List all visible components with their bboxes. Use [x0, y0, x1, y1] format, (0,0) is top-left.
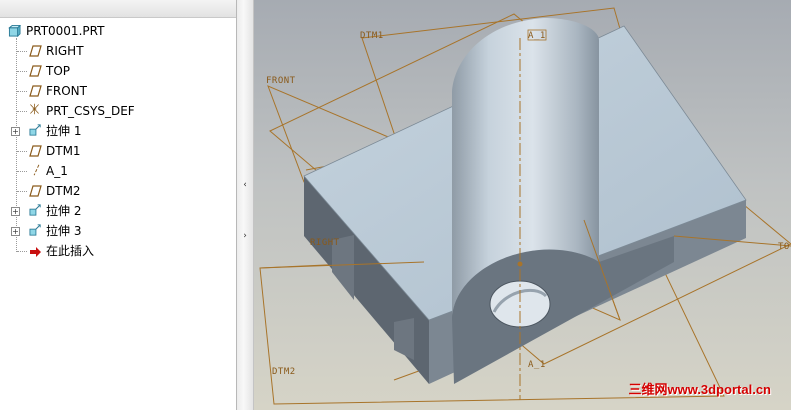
tree-item-front[interactable]: FRONT: [0, 81, 236, 101]
extrude-icon: [29, 224, 41, 236]
model-render: [259, 7, 791, 405]
datum-plane-icon: [29, 85, 42, 97]
tree-item-part[interactable]: PRT0001.PRT: [0, 21, 236, 41]
tree-item-extrude-1[interactable]: + 拉伸 1: [0, 121, 236, 141]
tree-item-insert-here[interactable]: 在此插入: [0, 241, 236, 261]
collapse-panel-icon[interactable]: ‹: [242, 180, 248, 190]
tree-item-label: DTM2: [46, 184, 81, 198]
tree-item-label: PRT0001.PRT: [26, 24, 105, 38]
datum-label-a1-top[interactable]: A_1: [528, 31, 546, 41]
axis-point: [517, 261, 523, 267]
datum-label-front[interactable]: FRONT: [266, 76, 296, 86]
insert-here-arrow-icon: [30, 247, 41, 257]
datum-plane-icon: [29, 185, 42, 197]
panel-splitter[interactable]: ‹ ›: [237, 0, 254, 410]
datum-label-top[interactable]: TO: [778, 242, 790, 252]
model-tree-panel: PRT0001.PRT RIGHT TOP FRONT PRT_CSYS_DEF…: [0, 0, 237, 410]
tree-item-label: 拉伸 2: [46, 204, 82, 218]
tree-item-label: 在此插入: [46, 244, 95, 258]
tree-item-dtm1[interactable]: DTM1: [0, 141, 236, 161]
watermark: 三维网www.3dportal.cn: [628, 382, 771, 397]
model-tree-header: [0, 0, 236, 18]
expand-toggle-icon[interactable]: +: [11, 207, 20, 216]
datum-label-dtm2[interactable]: DTM2: [272, 367, 296, 377]
part-icon: [8, 25, 21, 37]
tree-item-label: FRONT: [46, 84, 87, 98]
tree-item-dtm2[interactable]: DTM2: [0, 181, 236, 201]
tree-item-label: 拉伸 1: [46, 124, 82, 138]
tree-item-extrude-3[interactable]: + 拉伸 3: [0, 221, 236, 241]
extrude-icon: [29, 124, 41, 136]
expand-toggle-icon[interactable]: +: [11, 127, 20, 136]
datum-plane-icon: [29, 65, 42, 77]
tree-item-label: RIGHT: [46, 44, 84, 58]
datum-label-right[interactable]: RIGHT: [310, 238, 340, 248]
graphics-viewport[interactable]: DTM1 A_1 FRONT RIGHT TO DTM2 A_1 三维网www.…: [254, 0, 791, 410]
tree-item-extrude-2[interactable]: + 拉伸 2: [0, 201, 236, 221]
datum-label-a1-bottom[interactable]: A_1: [528, 360, 546, 370]
tree-item-label: A_1: [46, 164, 68, 178]
expand-toggle-icon[interactable]: +: [11, 227, 20, 236]
tree-item-top[interactable]: TOP: [0, 61, 236, 81]
tree-item-label: DTM1: [46, 144, 81, 158]
block-notch-face: [394, 318, 414, 360]
tree-item-csys[interactable]: PRT_CSYS_DEF: [0, 101, 236, 121]
tree-item-a1[interactable]: A_1: [0, 161, 236, 181]
extrude-icon: [29, 204, 41, 216]
coordinate-system-icon: [30, 103, 39, 115]
tree-item-label: TOP: [46, 64, 71, 78]
datum-axis-icon: [33, 164, 40, 176]
tree-item-label: 拉伸 3: [46, 224, 82, 238]
expand-panel-icon[interactable]: ›: [242, 231, 248, 241]
tree-item-right[interactable]: RIGHT: [0, 41, 236, 61]
datum-label-dtm1[interactable]: DTM1: [360, 31, 384, 41]
datum-plane-icon: [29, 45, 42, 57]
tree-item-label: PRT_CSYS_DEF: [46, 104, 135, 118]
datum-plane-icon: [29, 145, 42, 157]
